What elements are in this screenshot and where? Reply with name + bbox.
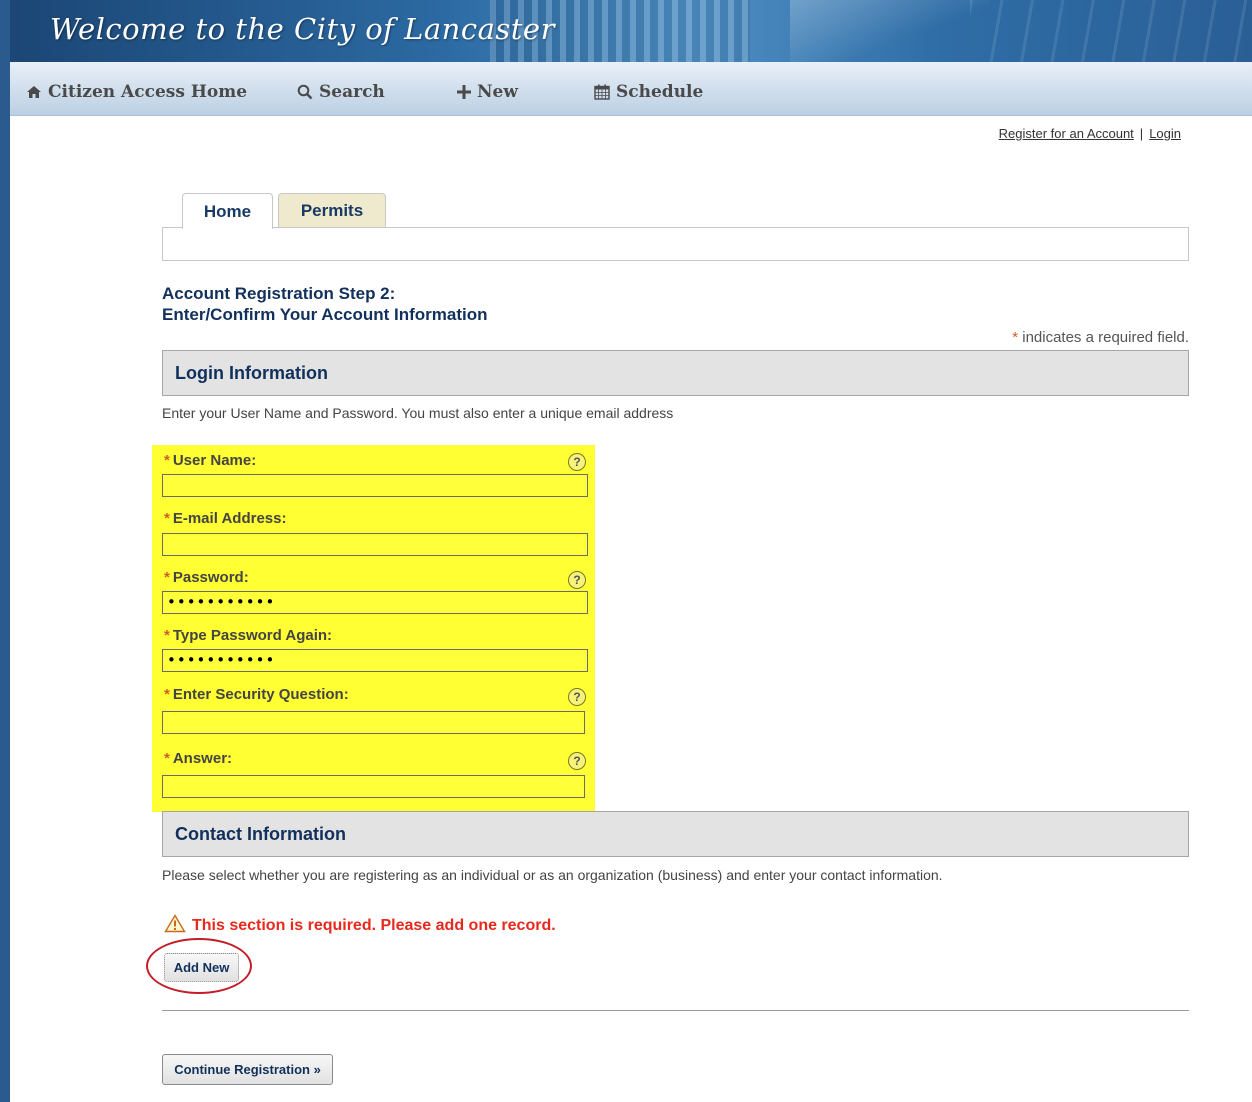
required-marker: *: [164, 510, 170, 527]
security-question-label-text: Enter Security Question:: [172, 686, 349, 703]
security-question-label: * Enter Security Question:: [164, 686, 349, 703]
add-new-button[interactable]: Add New: [164, 953, 239, 982]
email-input[interactable]: [162, 533, 588, 556]
confirm-password-label: * Type Password Again:: [164, 627, 332, 644]
help-icon[interactable]: ?: [568, 752, 586, 770]
username-label: * User Name:: [164, 452, 256, 469]
nav-search[interactable]: Search: [297, 81, 385, 103]
password-input[interactable]: •••••••••••: [162, 591, 588, 614]
nav-label: New: [477, 82, 518, 102]
login-link[interactable]: Login: [1149, 126, 1181, 141]
link-separator: |: [1139, 126, 1144, 141]
required-warning: This section is required. Please add one…: [164, 914, 556, 938]
main-nav: Citizen Access Home Search New Schedule: [10, 62, 1252, 116]
required-star: *: [1012, 329, 1019, 346]
help-icon[interactable]: ?: [568, 571, 586, 589]
nav-label: Schedule: [616, 82, 704, 102]
username-label-text: User Name:: [172, 452, 257, 469]
page-title: Account Registration Step 2: Enter/Confi…: [162, 283, 488, 325]
banner-building-graphic: [970, 0, 1252, 62]
username-input[interactable]: [162, 474, 588, 497]
security-question-input[interactable]: [162, 711, 585, 734]
nav-label: Search: [319, 82, 385, 102]
answer-label-text: Answer:: [172, 750, 233, 767]
nav-schedule[interactable]: Schedule: [594, 81, 703, 103]
left-border: [0, 0, 10, 1102]
divider: [162, 1010, 1189, 1011]
email-label: * E-mail Address:: [164, 510, 287, 527]
contact-information-header: Contact Information: [162, 811, 1189, 857]
header-banner: Welcome to the City of Lancaster: [10, 0, 1252, 62]
password-label: * Password:: [164, 569, 249, 586]
answer-input[interactable]: [162, 775, 585, 798]
continue-registration-button[interactable]: Continue Registration »: [162, 1054, 333, 1085]
login-information-header: Login Information: [162, 350, 1189, 396]
warning-icon: [164, 914, 186, 938]
contact-description: Please select whether you are registerin…: [162, 867, 943, 883]
required-marker: *: [164, 452, 170, 469]
page-title-line2: Enter/Confirm Your Account Information: [162, 305, 488, 324]
nav-new[interactable]: New: [457, 81, 518, 103]
required-marker: *: [164, 569, 170, 586]
required-field-note: * indicates a required field.: [1012, 329, 1189, 346]
required-note-text: indicates a required field.: [1022, 329, 1189, 346]
home-icon: [26, 85, 42, 99]
help-icon[interactable]: ?: [568, 453, 586, 471]
account-links: Register for an Account | Login: [999, 126, 1181, 141]
banner-building-graphic: [790, 0, 990, 62]
calendar-icon: [594, 84, 610, 100]
required-marker: *: [164, 750, 170, 767]
password-label-text: Password:: [172, 569, 249, 586]
warning-text: This section is required. Please add one…: [192, 917, 556, 934]
nav-label: Citizen Access Home: [48, 82, 248, 102]
required-marker: *: [164, 627, 170, 644]
register-link[interactable]: Register for an Account: [999, 126, 1134, 141]
search-icon: [297, 84, 313, 100]
nav-citizen-access-home[interactable]: Citizen Access Home: [26, 81, 247, 103]
answer-label: * Answer:: [164, 750, 232, 767]
plus-icon: [457, 85, 471, 99]
tab-panel: [162, 227, 1189, 261]
required-marker: *: [164, 686, 170, 703]
tab-permits[interactable]: Permits: [278, 193, 386, 228]
page-title-line1: Account Registration Step 2:: [162, 284, 396, 303]
site-title: Welcome to the City of Lancaster: [50, 12, 555, 46]
login-description: Enter your User Name and Password. You m…: [162, 405, 674, 421]
confirm-password-label-text: Type Password Again:: [172, 627, 333, 644]
tab-home[interactable]: Home: [182, 193, 273, 229]
confirm-password-input[interactable]: •••••••••••: [162, 649, 588, 672]
help-icon[interactable]: ?: [568, 688, 586, 706]
email-label-text: E-mail Address:: [172, 510, 287, 527]
